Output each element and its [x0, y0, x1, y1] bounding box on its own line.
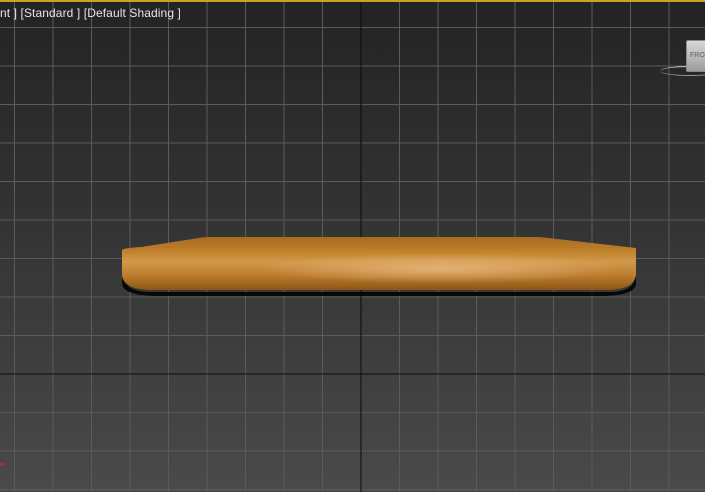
front-viewport[interactable]: nt ] [Standard ] [Default Shading ] FRON…	[0, 0, 705, 492]
chamfer-box-object[interactable]	[122, 237, 636, 296]
viewport-standard-label[interactable]: [Standard ]	[21, 6, 81, 20]
viewcube-front-face[interactable]: FRONT	[686, 40, 705, 72]
viewport-label: nt ] [Standard ] [Default Shading ]	[0, 6, 181, 20]
x-axis-indicator	[0, 463, 5, 465]
viewcube[interactable]: FRONT	[656, 38, 705, 88]
viewport-shading-label[interactable]: [Default Shading ]	[84, 6, 181, 20]
viewport-point-of-view-label[interactable]: nt ]	[0, 6, 17, 20]
construction-grid	[0, 0, 705, 492]
axis-tripod-icon	[0, 455, 12, 473]
